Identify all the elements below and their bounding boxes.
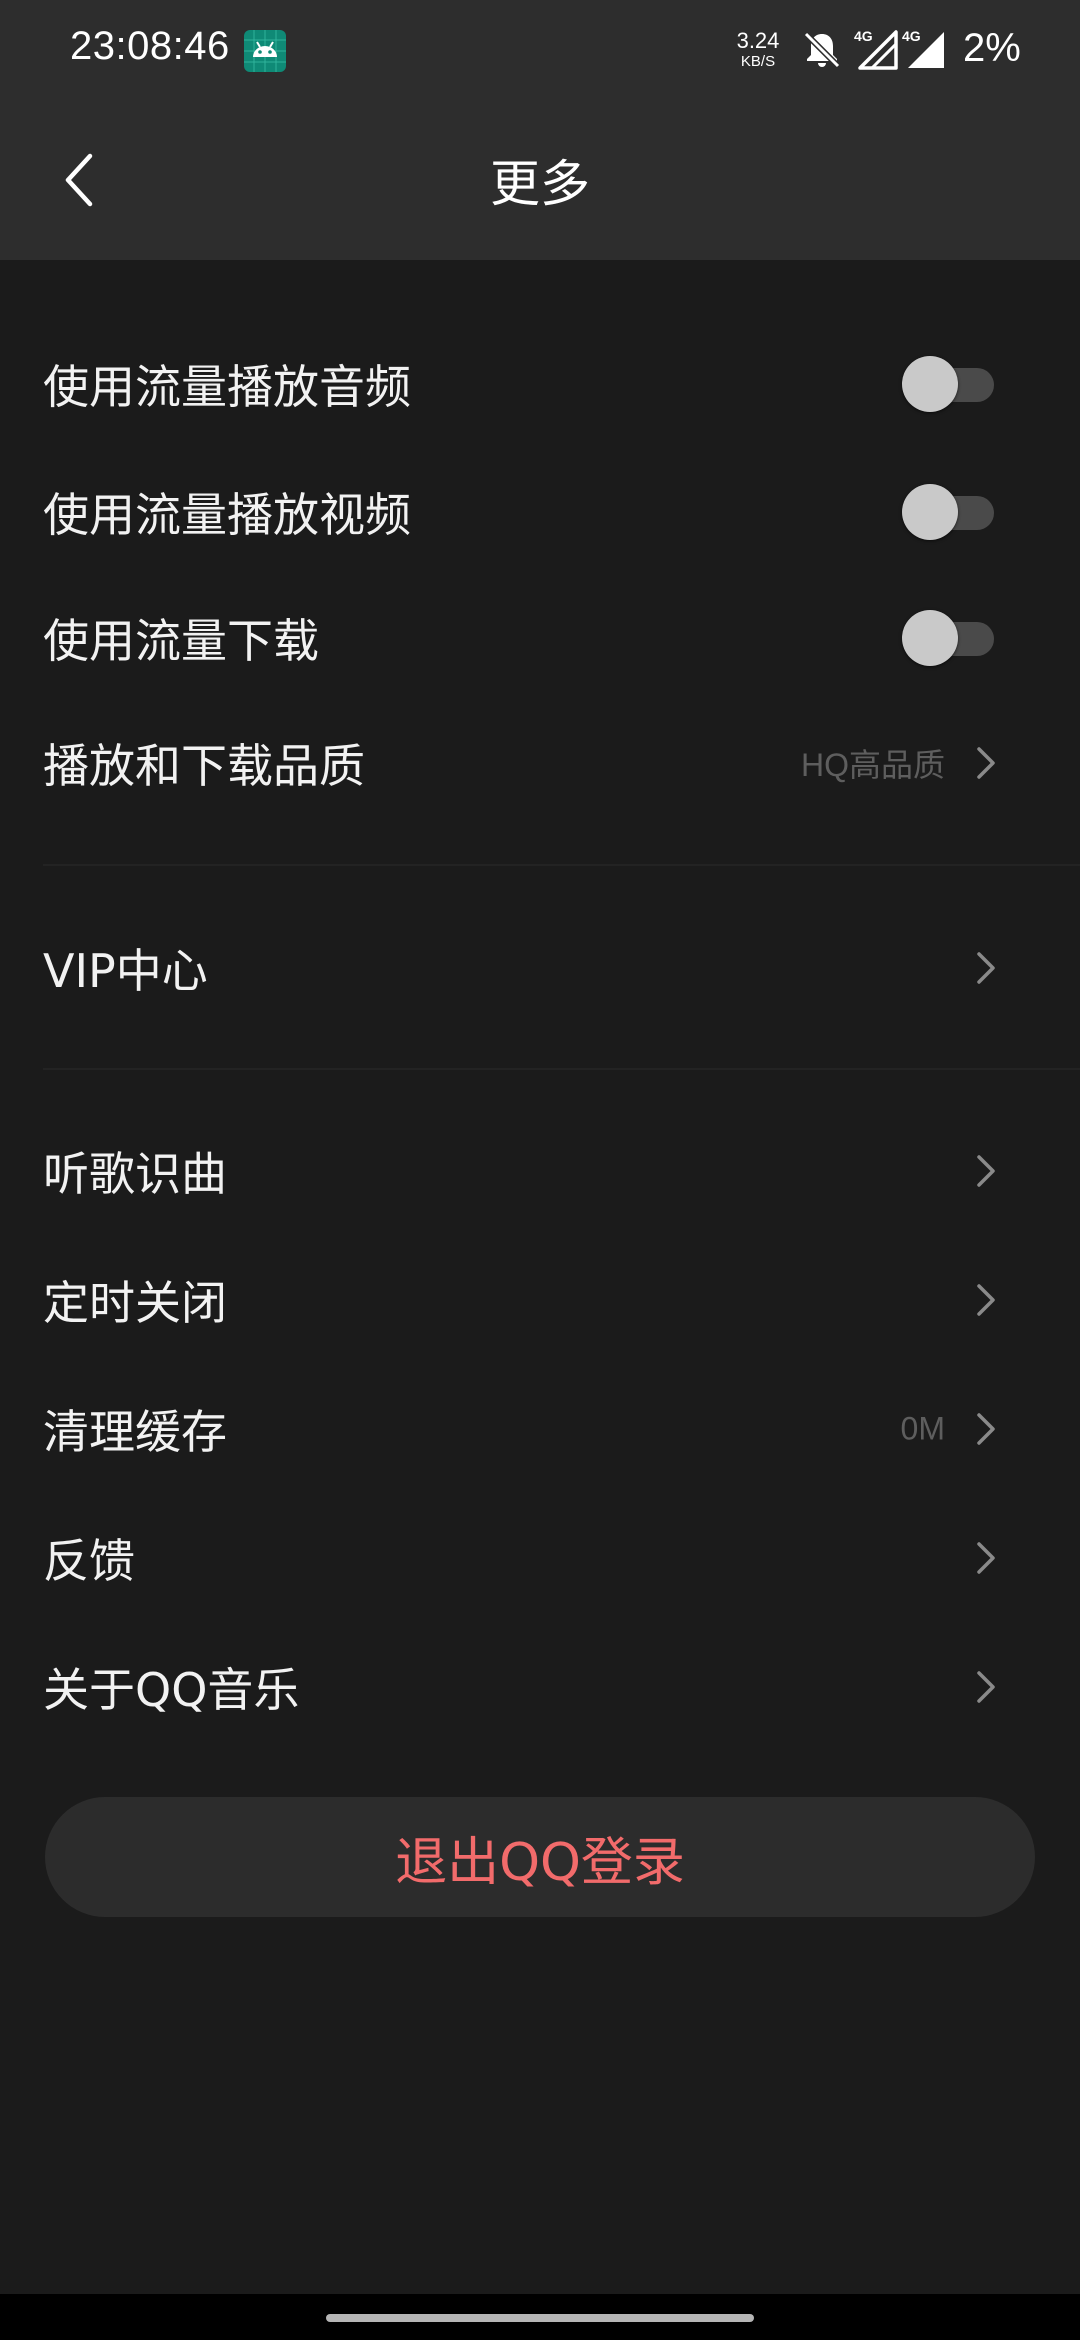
sleep-timer-row[interactable]: 定时关闭	[0, 1236, 1080, 1364]
signal-icon: 4G	[900, 24, 950, 74]
setting-row-download-cellular[interactable]: 使用流量下载	[0, 574, 1080, 702]
setting-label: VIP中心	[43, 944, 208, 998]
status-time: 23:08:46	[70, 24, 230, 68]
signal-icon: 4G	[852, 24, 902, 74]
clear-cache-row[interactable]: 清理缓存 0M	[0, 1365, 1080, 1493]
toggle-knob	[902, 356, 958, 412]
chevron-right-icon	[977, 1155, 995, 1187]
home-indicator[interactable]	[326, 2314, 754, 2322]
video-cellular-toggle[interactable]	[900, 484, 994, 540]
logout-label: 退出QQ登录	[395, 1832, 685, 1893]
signal-label: 4G	[902, 28, 921, 44]
setting-label: 定时关闭	[43, 1276, 227, 1330]
chevron-right-icon	[977, 1413, 995, 1445]
logout-button[interactable]: 退出QQ登录	[45, 1797, 1035, 1917]
toggle-knob	[902, 610, 958, 666]
setting-label: 使用流量播放音频	[43, 360, 411, 414]
chevron-right-icon	[977, 1542, 995, 1574]
vip-center-row[interactable]: VIP中心	[0, 904, 1080, 1032]
cache-size-value: 0M	[900, 1410, 945, 1447]
download-cellular-toggle[interactable]	[900, 610, 994, 666]
song-recognition-row[interactable]: 听歌识曲	[0, 1107, 1080, 1235]
section-divider	[43, 1068, 1080, 1070]
chevron-right-icon	[977, 952, 995, 984]
chevron-right-icon	[977, 1284, 995, 1316]
chevron-right-icon	[977, 1671, 995, 1703]
system-nav-bar	[0, 2294, 1080, 2340]
bell-off-icon	[800, 28, 844, 72]
quality-value: HQ高品质	[800, 747, 945, 783]
setting-label: 使用流量播放视频	[43, 488, 411, 542]
top-app-bar: 更多	[0, 100, 1080, 260]
battery-level: 2%	[963, 26, 1021, 70]
setting-row-audio-cellular[interactable]: 使用流量播放音频	[0, 320, 1080, 448]
network-speed: 3.24 KB/S	[728, 28, 788, 70]
audio-cellular-toggle[interactable]	[900, 356, 994, 412]
setting-label: 听歌识曲	[43, 1147, 227, 1201]
setting-row-quality[interactable]: 播放和下载品质 HQ高品质	[0, 699, 1080, 827]
setting-label: 关于QQ音乐	[43, 1663, 300, 1717]
network-speed-unit: KB/S	[740, 53, 776, 70]
setting-label: 反馈	[43, 1534, 135, 1588]
network-speed-value: 3.24	[736, 28, 780, 53]
setting-label: 清理缓存	[43, 1405, 227, 1459]
page-title: 更多	[490, 155, 590, 213]
chevron-right-icon	[977, 747, 995, 779]
setting-label: 播放和下载品质	[43, 739, 365, 793]
android-icon	[244, 30, 286, 72]
about-row[interactable]: 关于QQ音乐	[0, 1623, 1080, 1751]
section-divider	[43, 864, 1080, 866]
setting-label: 使用流量下载	[43, 614, 319, 668]
feedback-row[interactable]: 反馈	[0, 1494, 1080, 1622]
signal-label: 4G	[854, 28, 873, 44]
setting-row-video-cellular[interactable]: 使用流量播放视频	[0, 448, 1080, 576]
status-bar: 23:08:46 3.24 KB/S 4G 4G 2%	[0, 0, 1080, 100]
toggle-knob	[902, 484, 958, 540]
